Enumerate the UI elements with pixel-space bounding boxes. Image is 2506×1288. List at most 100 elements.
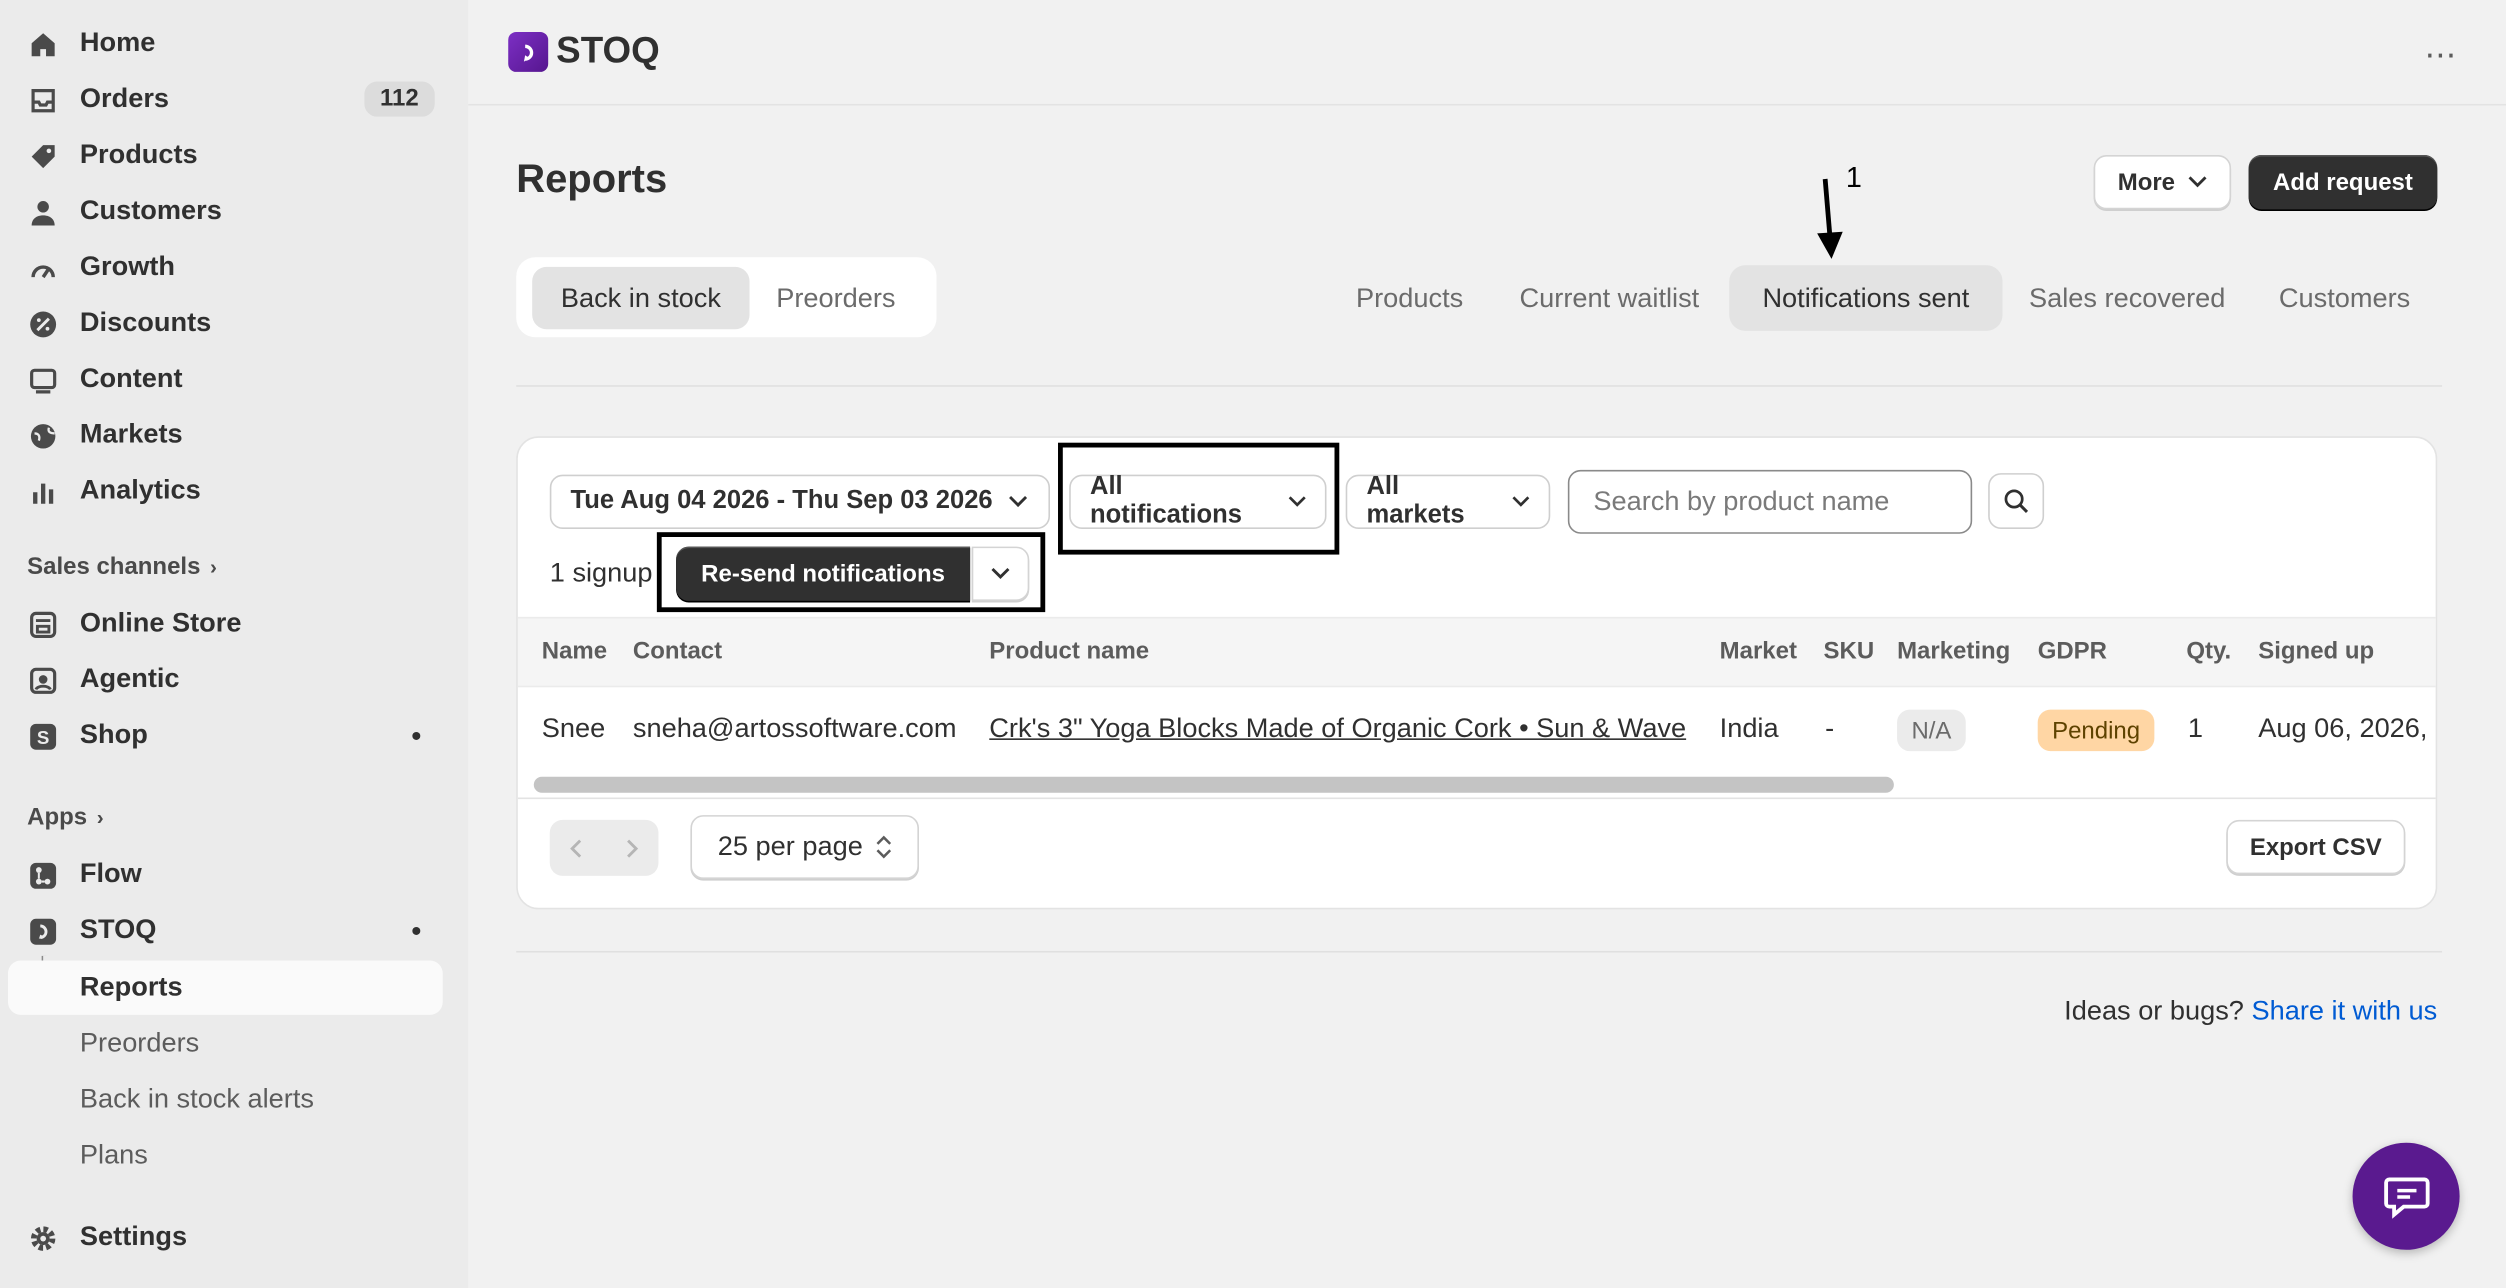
flow-icon: [27, 860, 59, 892]
orders-count-badge: 112: [364, 81, 435, 117]
horizontal-scrollbar[interactable]: [533, 776, 1894, 793]
apps-heading[interactable]: Apps ›: [27, 804, 103, 831]
sidebar-item-label: Discounts: [79, 306, 212, 338]
cell-name: Snee: [541, 712, 606, 744]
gdpr-status-badge: Pending: [2037, 709, 2155, 752]
tab-current-waitlist[interactable]: Current waitlist: [1498, 265, 1722, 331]
divider: [516, 385, 2443, 387]
segment-back-in-stock[interactable]: Back in stock: [532, 266, 750, 330]
chevron-down-icon: [1009, 496, 1028, 508]
tab-customers[interactable]: Customers: [2257, 265, 2433, 331]
sidebar-item-home[interactable]: Home: [8, 16, 443, 70]
market-select[interactable]: All markets: [1345, 473, 1551, 530]
sidebar-item-label: Customers: [79, 194, 222, 226]
sidebar-item-back-in-stock-alerts[interactable]: Back in stock alerts: [8, 1072, 443, 1126]
sidebar-item-customers[interactable]: Customers: [8, 184, 443, 238]
sidebar-item-analytics[interactable]: Analytics: [8, 463, 443, 517]
sidebar-item-shop[interactable]: S Shop: [8, 708, 443, 762]
column-header[interactable]: GDPR: [2038, 638, 2107, 665]
cell-market: India: [1719, 712, 1779, 744]
tab-notifications-sent[interactable]: Notifications sent: [1729, 265, 2003, 331]
more-button[interactable]: More: [2093, 155, 2232, 210]
sidebar-item-online-store[interactable]: Online Store: [8, 596, 443, 650]
select-arrows-icon: [876, 835, 891, 859]
chat-button[interactable]: [2352, 1142, 2460, 1250]
pagination: [549, 819, 659, 876]
tab-sales-recovered[interactable]: Sales recovered: [2011, 265, 2244, 331]
chevron-down-icon: [2188, 176, 2207, 188]
sidebar-item-settings[interactable]: Settings: [8, 1210, 443, 1264]
divider: [517, 797, 2436, 800]
sidebar-item-label: Analytics: [79, 474, 201, 506]
sidebar-item-plans[interactable]: Plans: [8, 1128, 443, 1182]
date-range-label: Tue Aug 04 2026 - Thu Sep 03 2026: [570, 487, 993, 515]
column-header[interactable]: Product name: [989, 638, 1149, 665]
sidebar-item-label: Flow: [79, 858, 142, 889]
sidebar-item-label: Shop: [79, 719, 148, 750]
column-header[interactable]: Contact: [633, 638, 722, 665]
column-header[interactable]: Market: [1720, 638, 1797, 665]
store-icon: [27, 609, 59, 641]
sales-channels-heading[interactable]: Sales channels ›: [27, 553, 217, 580]
chevron-right-icon[interactable]: [620, 837, 642, 859]
sidebar-item-products[interactable]: Products: [8, 128, 443, 182]
sidebar-item-orders[interactable]: Orders 112: [8, 72, 443, 126]
search-icon: [2004, 489, 2029, 513]
image-icon: [27, 364, 59, 396]
chevron-left-icon[interactable]: [566, 837, 588, 859]
feedback-text: Ideas or bugs? Share it with us: [2064, 996, 2437, 1028]
search-input[interactable]: [1567, 469, 1973, 534]
stoq-logo-icon: [508, 31, 549, 72]
report-card: Tue Aug 04 2026 - Thu Sep 03 2026 All no…: [516, 436, 2438, 910]
globe-icon: [27, 420, 59, 452]
column-header[interactable]: Qty.: [2186, 638, 2231, 665]
svg-text:S: S: [37, 727, 49, 748]
sidebar-item-label: Home: [79, 27, 156, 58]
sidebar-item-flow[interactable]: Flow: [8, 847, 443, 901]
column-header[interactable]: Name: [542, 638, 607, 665]
segment-preorders[interactable]: Preorders: [753, 267, 919, 329]
sidebar-item-label: Plans: [79, 1139, 148, 1170]
sidebar-item-agentic[interactable]: Agentic: [8, 652, 443, 706]
inbox-icon: [27, 85, 59, 117]
sidebar-item-markets[interactable]: Markets: [8, 408, 443, 462]
annotation-box: [656, 532, 1046, 613]
page-title: Reports: [516, 156, 668, 202]
table-header: Name Contact Product name Market SKU Mar…: [517, 616, 2436, 688]
sidebar-item-label: Online Store: [79, 607, 242, 638]
sidebar-item-reports[interactable]: Reports: [7, 960, 443, 1015]
sidebar-item-growth[interactable]: Growth: [8, 240, 443, 294]
sidebar-item-content[interactable]: Content: [8, 352, 443, 406]
column-header[interactable]: Signed up: [2258, 638, 2374, 665]
app-topbar: STOQ ⋯: [468, 0, 2506, 106]
marketing-badge: N/A: [1897, 709, 1966, 752]
chevron-right-icon: ›: [96, 805, 104, 830]
date-range-picker[interactable]: Tue Aug 04 2026 - Thu Sep 03 2026: [549, 474, 1051, 530]
report-type-toggle: Back in stock Preorders: [516, 257, 937, 338]
export-csv-button[interactable]: Export CSV: [2226, 819, 2406, 875]
sidebar-item-discounts[interactable]: Discounts: [8, 296, 443, 350]
annotation-arrow-icon: [1817, 178, 1843, 259]
per-page-select[interactable]: 25 per page: [690, 815, 919, 880]
share-feedback-link[interactable]: Share it with us: [2251, 996, 2437, 1026]
sidebar-item-stoq[interactable]: STOQ: [8, 903, 443, 957]
section-heading-label: Apps: [27, 803, 88, 832]
cell-sku: -: [1825, 712, 1835, 744]
app-name: STOQ: [556, 28, 660, 71]
column-header[interactable]: Marketing: [1897, 638, 2010, 665]
sidebar-item-preorders[interactable]: Preorders: [8, 1016, 443, 1070]
add-request-button[interactable]: Add request: [2248, 155, 2438, 210]
tab-products[interactable]: Products: [1330, 265, 1490, 331]
tag-icon: [27, 141, 59, 173]
more-options-icon[interactable]: ⋯: [2424, 35, 2458, 75]
gear-icon: [27, 1223, 59, 1255]
search-button[interactable]: [1988, 473, 2045, 530]
column-header[interactable]: SKU: [1824, 638, 1875, 665]
add-request-label: Add request: [2273, 168, 2413, 196]
market-label: All markets: [1366, 473, 1465, 530]
annotation-number: 1: [1845, 161, 1862, 194]
sidebar-item-label: Growth: [79, 250, 176, 282]
product-link[interactable]: Crk's 3" Yoga Blocks Made of Organic Cor…: [989, 713, 1686, 745]
sidebar-item-label: Markets: [79, 418, 183, 450]
chevron-down-icon: [1512, 496, 1529, 507]
